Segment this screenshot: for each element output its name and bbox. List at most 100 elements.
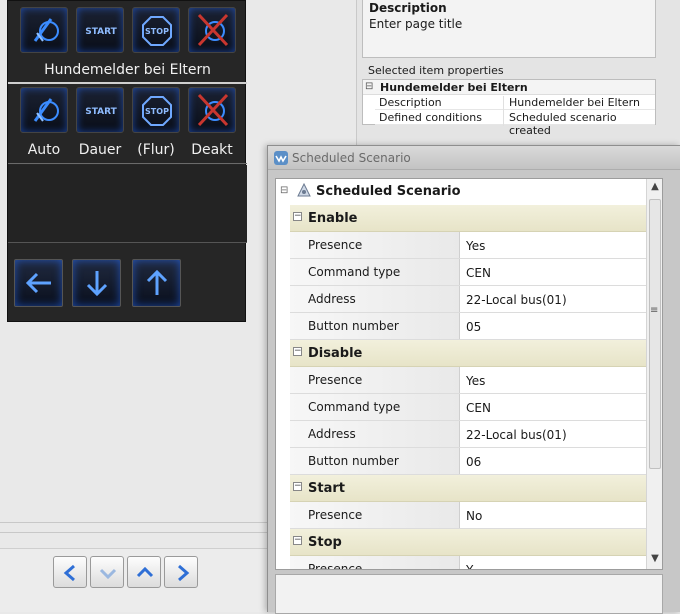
svg-text:START: START [85, 27, 117, 37]
svg-text:STOP: STOP [145, 107, 169, 116]
property-value[interactable]: 06 [466, 455, 481, 469]
description-value: Enter page title [369, 17, 463, 31]
auto-button-2[interactable] [20, 87, 68, 133]
arrow-up-icon [146, 269, 168, 295]
property-key: Description [379, 96, 442, 109]
property-key: Presence [290, 502, 460, 528]
divider [8, 163, 247, 164]
category-enable[interactable]: − Enable [290, 205, 646, 232]
next-page-button[interactable] [164, 556, 198, 588]
property-value[interactable]: 05 [466, 320, 481, 334]
property-row[interactable]: Button number 05 [290, 313, 646, 340]
property-row[interactable]: Command type CEN [290, 259, 646, 286]
category-title: Start [308, 481, 345, 496]
property-key: Button number [290, 313, 460, 339]
category-stop[interactable]: − Stop [290, 529, 646, 556]
up-button[interactable] [127, 556, 161, 588]
collapse-icon[interactable]: − [293, 212, 302, 221]
root-title: Scheduled Scenario [316, 184, 461, 199]
property-value[interactable]: CEN [466, 401, 491, 415]
property-value[interactable]: 22-Local bus(01) [466, 293, 567, 307]
vertical-scrollbar[interactable]: ▲ ≡ ▼ [646, 179, 662, 569]
svg-text:STOP: STOP [145, 27, 169, 36]
property-value[interactable]: Yes [466, 374, 485, 388]
property-key: Button number [290, 448, 460, 474]
property-row[interactable]: Description Hundemelder bei Eltern [375, 95, 655, 111]
deactivate-icon [197, 13, 229, 47]
stop-button-2[interactable]: STOP [132, 87, 180, 133]
label-dauer: Dauer [78, 142, 122, 158]
description-area [275, 574, 663, 614]
property-value[interactable]: Y [466, 563, 473, 569]
chevron-up-icon [136, 566, 154, 578]
collapse-icon[interactable]: − [293, 482, 302, 491]
prev-page-button[interactable] [53, 556, 87, 588]
property-key: Command type [290, 259, 460, 285]
arrow-up-button[interactable] [132, 259, 181, 307]
arrow-down-icon [86, 271, 108, 297]
property-value[interactable]: Yes [466, 239, 485, 253]
property-row[interactable]: Command type CEN [290, 394, 646, 421]
property-key: Presence [290, 556, 460, 569]
collapse-icon[interactable]: ⊟ [365, 81, 373, 92]
scroll-thumb[interactable] [649, 199, 661, 469]
property-row[interactable]: Presence Yes [290, 232, 646, 259]
auto-button[interactable] [20, 7, 68, 53]
scroll-down-icon[interactable]: ▼ [647, 551, 662, 567]
deactivate-button[interactable] [188, 7, 236, 53]
category-title: Stop [308, 535, 342, 550]
arrow-down-button[interactable] [72, 259, 121, 307]
property-row[interactable]: Presence Y [290, 556, 646, 569]
mode-auto-icon [33, 18, 59, 42]
chevron-down-icon [99, 568, 117, 580]
property-row[interactable]: Button number 06 [290, 448, 646, 475]
chevron-left-icon [63, 564, 75, 582]
category-disable[interactable]: − Disable [290, 340, 646, 367]
arrow-left-button[interactable] [14, 259, 63, 307]
scroll-up-icon[interactable]: ▲ [647, 179, 662, 195]
start-icon: START [85, 107, 117, 117]
start-button[interactable]: START [76, 7, 124, 53]
property-row[interactable]: Defined conditions Scheduled scenario cr… [375, 110, 655, 137]
description-box[interactable]: Description Enter page title [362, 0, 656, 58]
deactivate-button-2[interactable] [188, 87, 236, 133]
stop-button[interactable]: STOP [132, 7, 180, 53]
property-row[interactable]: Presence No [290, 502, 646, 529]
down-button[interactable] [90, 556, 124, 588]
device-preview: START STOP Hundemelder bei Eltern START [7, 0, 247, 322]
arrow-left-icon [25, 272, 51, 294]
property-row[interactable]: Presence Yes [290, 367, 646, 394]
device-caption: Hundemelder bei Eltern [44, 62, 211, 78]
property-key: Presence [290, 232, 460, 258]
chevron-right-icon [178, 564, 190, 582]
property-row[interactable]: Address 22-Local bus(01) [290, 421, 646, 448]
scenario-icon [296, 182, 312, 202]
stop-icon: STOP [142, 96, 172, 126]
grid-gutter [276, 205, 290, 569]
collapse-icon[interactable]: − [293, 536, 302, 545]
property-value[interactable]: No [466, 509, 482, 523]
property-value[interactable]: 22-Local bus(01) [466, 428, 567, 442]
item-name: Hundemelder bei Eltern [380, 81, 528, 94]
device-top-row: START STOP Hundemelder bei Eltern [8, 1, 247, 83]
property-row[interactable]: Address 22-Local bus(01) [290, 286, 646, 313]
divider [0, 522, 268, 523]
selected-item-label: Selected item properties [368, 64, 504, 77]
root-node[interactable]: ⊟ Scheduled Scenario [276, 179, 646, 205]
property-grid: ⊟ Scheduled Scenario − Enable Presence Y… [275, 178, 663, 570]
collapse-icon[interactable]: − [293, 347, 302, 356]
property-value: Scheduled scenario created [503, 111, 655, 137]
category-start[interactable]: − Start [290, 475, 646, 502]
scheduled-scenario-window: Scheduled Scenario ⊟ Scheduled Scenario … [267, 145, 680, 614]
category-title: Disable [308, 346, 363, 361]
category-title: Enable [308, 211, 358, 226]
property-value[interactable]: CEN [466, 266, 491, 280]
property-key: Address [290, 286, 460, 312]
selected-item-grid: ⊟ Hundemelder bei Eltern Description Hun… [362, 79, 656, 137]
collapse-icon[interactable]: ⊟ [280, 185, 288, 196]
item-header[interactable]: ⊟ Hundemelder bei Eltern [363, 80, 655, 95]
start-button-2[interactable]: START [76, 87, 124, 133]
svg-text:START: START [85, 107, 117, 117]
window-titlebar[interactable]: Scheduled Scenario [268, 146, 680, 170]
grip-icon: ≡ [650, 305, 659, 316]
